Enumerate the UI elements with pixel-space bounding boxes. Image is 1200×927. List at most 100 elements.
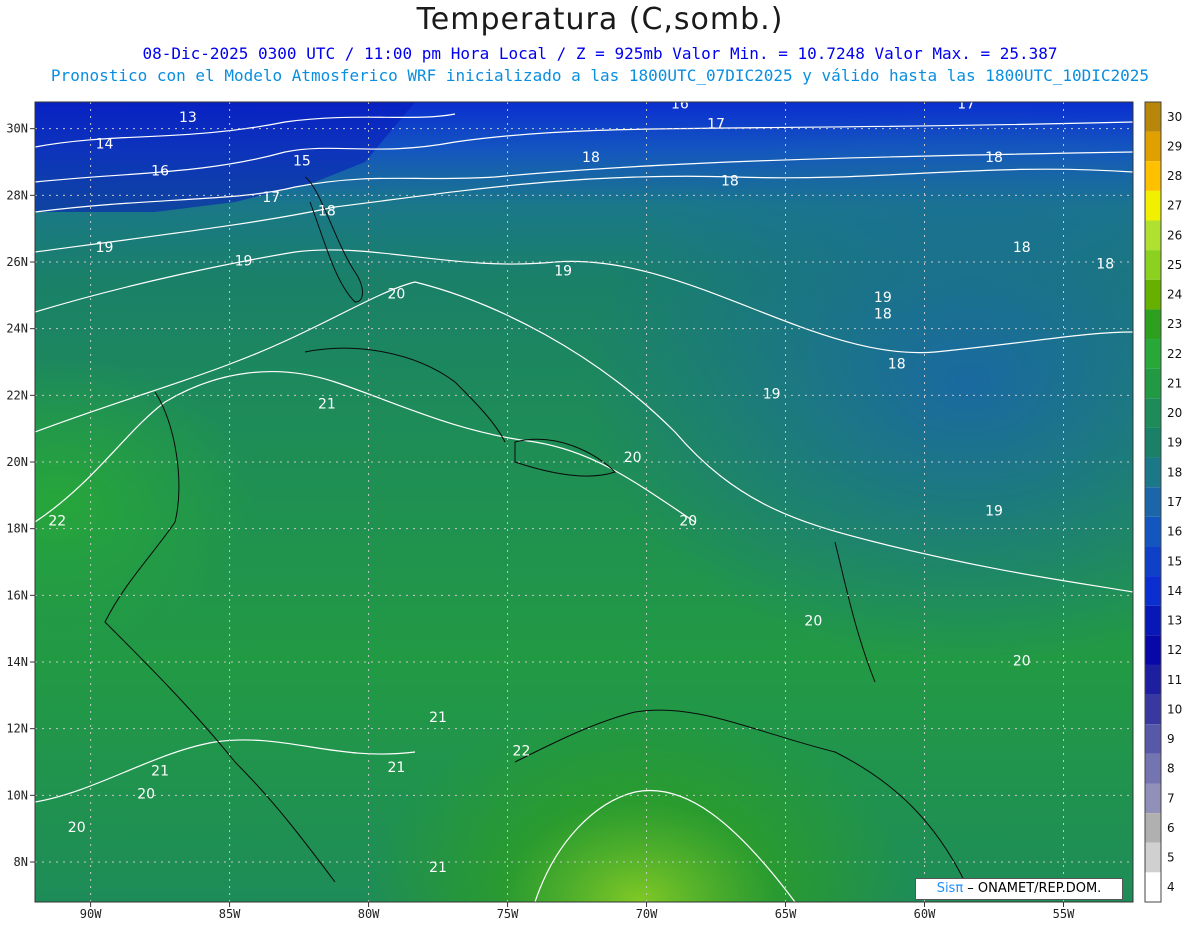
warm-region-west xyxy=(35,102,1133,902)
colorbar-swatch xyxy=(1145,872,1161,902)
colorbar-label: 23 xyxy=(1167,317,1182,331)
colorbar-label: 19 xyxy=(1167,436,1182,450)
lat-tick-label: 22N xyxy=(6,388,28,402)
colorbar-label: 18 xyxy=(1167,465,1182,479)
colorbar-swatch xyxy=(1145,724,1161,754)
lat-tick-label: 14N xyxy=(6,655,28,669)
temperature-map: 1314151617181617181817181919201918181918… xyxy=(35,102,1133,902)
lat-tick-label: 20N xyxy=(6,455,28,469)
colorbar-label: 21 xyxy=(1167,376,1182,390)
colorbar-label: 26 xyxy=(1167,228,1182,242)
colorbar-label: 11 xyxy=(1167,673,1182,687)
contour-label: 18 xyxy=(721,173,739,189)
contour-label: 18 xyxy=(318,203,336,219)
contour-label: 21 xyxy=(429,710,447,726)
colorbar-swatch xyxy=(1145,339,1161,369)
lon-tick-label: 85W xyxy=(219,907,241,921)
colorbar-swatch xyxy=(1145,368,1161,399)
lon-tick-label: 70W xyxy=(636,907,658,921)
colorbar-label: 15 xyxy=(1167,554,1182,568)
lon-tick-label: 65W xyxy=(775,907,797,921)
colorbar-swatch xyxy=(1145,190,1161,221)
colorbar-swatch xyxy=(1145,813,1161,843)
credit-brand: Sisπ xyxy=(936,881,964,896)
lat-tick-label: 8N xyxy=(14,855,28,869)
colorbar-label: 4 xyxy=(1167,880,1175,894)
contour-label: 18 xyxy=(1096,257,1114,273)
colorbar-swatch xyxy=(1145,516,1161,547)
colorbar-swatch xyxy=(1145,783,1161,814)
map-subtitle-date: 08-Dic-2025 0300 UTC / 11:00 pm Hora Loc… xyxy=(142,44,1058,63)
colorbar-swatch xyxy=(1145,753,1161,784)
contour-label: 17 xyxy=(957,102,975,113)
lat-tick-label: 30N xyxy=(6,122,28,136)
contour-label: 18 xyxy=(888,357,906,373)
contour-label: 20 xyxy=(679,513,697,529)
colorbar-label: 5 xyxy=(1167,851,1175,865)
colorbar-label: 14 xyxy=(1167,584,1182,598)
contour-label: 21 xyxy=(387,760,405,776)
lat-tick-label: 12N xyxy=(6,722,28,736)
contour-label: 21 xyxy=(151,763,169,779)
colorbar-swatch xyxy=(1145,309,1161,340)
contour-label: 19 xyxy=(96,240,114,256)
colorbar-label: 24 xyxy=(1167,288,1182,302)
contour-label: 19 xyxy=(874,290,892,306)
contour-label: 20 xyxy=(624,450,642,466)
colorbar-swatch xyxy=(1145,694,1161,725)
colorbar-label: 10 xyxy=(1167,702,1182,716)
colorbar-label: 13 xyxy=(1167,614,1182,628)
lat-tick-label: 26N xyxy=(6,255,28,269)
contour-label: 17 xyxy=(262,190,280,206)
colorbar-swatch xyxy=(1145,427,1161,458)
lat-tick-label: 24N xyxy=(6,322,28,336)
colorbar-swatch xyxy=(1145,546,1161,577)
colorbar-swatch xyxy=(1145,605,1161,636)
contour-label: 16 xyxy=(151,163,169,179)
contour-label: 20 xyxy=(804,613,822,629)
latitude-ticks: 30N 28N 26N 24N 22N 20N 18N 16N 14N 12N 10N 8N xyxy=(6,122,35,869)
colorbar-label: 12 xyxy=(1167,643,1182,657)
colorbar-swatch xyxy=(1145,220,1161,251)
colorbar-swatch xyxy=(1145,398,1161,428)
map-subtitle-model: Pronostico con el Modelo Atmosferico WRF… xyxy=(50,66,1150,85)
contour-label: 22 xyxy=(48,513,66,529)
lon-tick-label: 75W xyxy=(497,907,519,921)
contour-label: 19 xyxy=(235,253,253,269)
contour-label: 13 xyxy=(179,110,197,126)
lat-tick-label: 18N xyxy=(6,522,28,536)
colorbar-swatch xyxy=(1145,457,1161,488)
colorbar-swatch xyxy=(1145,161,1161,191)
contour-label: 19 xyxy=(763,387,781,403)
colorbar-label: 22 xyxy=(1167,347,1182,361)
contour-label: 18 xyxy=(874,307,892,323)
colorbar-label: 7 xyxy=(1167,791,1175,805)
colorbar-label: 20 xyxy=(1167,406,1182,420)
colorbar-swatch xyxy=(1145,576,1161,606)
colorbar-label: 29 xyxy=(1167,139,1182,153)
colorbar: 30 29 28 27 26 25 24 23 22 21 20 19 18 17 16 15 14 13 12 11… xyxy=(1144,101,1182,903)
colorbar-swatch xyxy=(1145,487,1161,517)
colorbar-label: 9 xyxy=(1167,732,1175,746)
colorbar-swatch xyxy=(1145,635,1161,665)
colorbar-label: 8 xyxy=(1167,762,1175,776)
colorbar-swatch xyxy=(1145,131,1161,162)
contour-label: 18 xyxy=(985,150,1003,166)
contour-label: 18 xyxy=(582,150,600,166)
colorbar-swatch xyxy=(1145,279,1161,310)
contour-label: 20 xyxy=(137,787,155,803)
contour-label: 17 xyxy=(707,117,725,133)
colorbar-label: 17 xyxy=(1167,495,1182,509)
colorbar-swatch xyxy=(1145,842,1161,873)
lon-tick-label: 60W xyxy=(914,907,936,921)
colorbar-swatch xyxy=(1145,664,1161,695)
lon-tick-label: 90W xyxy=(80,907,102,921)
lat-tick-label: 10N xyxy=(6,788,28,802)
contour-label: 21 xyxy=(429,860,447,876)
contour-label: 21 xyxy=(318,397,336,413)
lat-tick-label: 16N xyxy=(6,588,28,602)
contour-label: 20 xyxy=(387,287,405,303)
colorbar-frame xyxy=(1144,101,1162,903)
colorbar-label: 6 xyxy=(1167,821,1175,835)
colorbar-label: 16 xyxy=(1167,525,1182,539)
